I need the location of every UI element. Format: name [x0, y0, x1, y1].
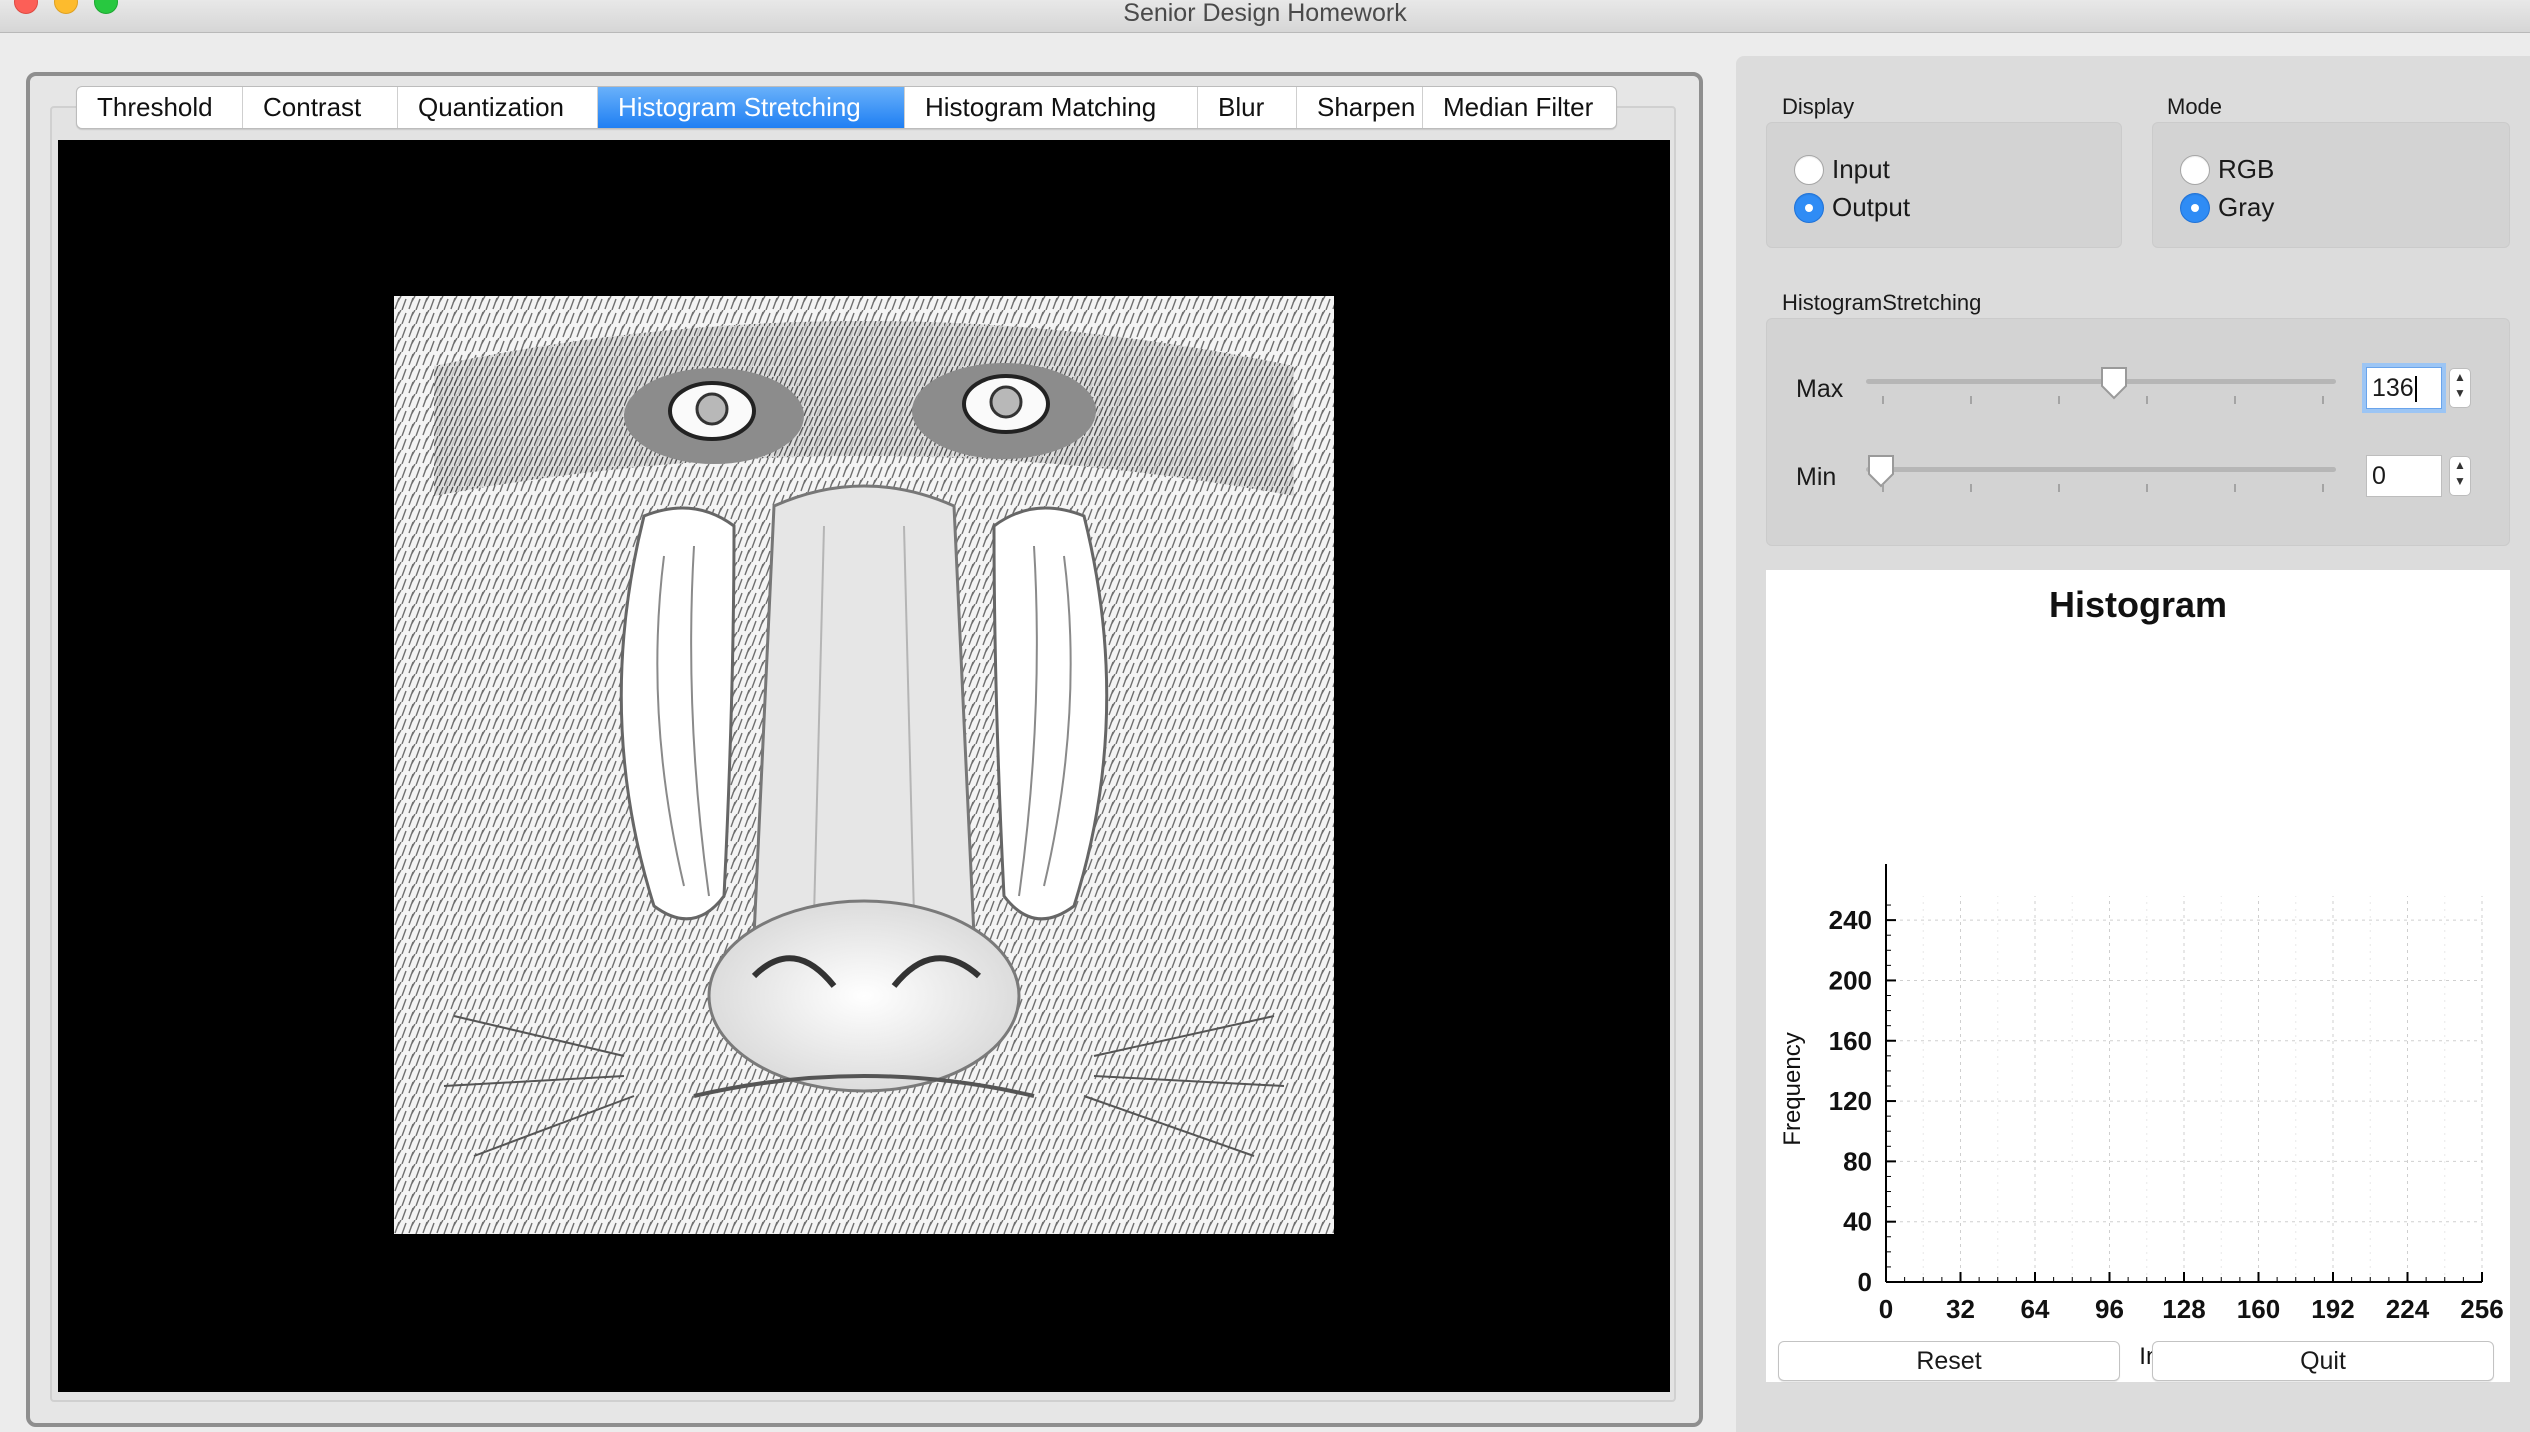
baboon-image-illustration: [394, 296, 1334, 1234]
display-group: [1766, 122, 2122, 248]
radio-circle: [1794, 154, 1824, 185]
mode-rgb-radio[interactable]: RGB: [2180, 154, 2274, 185]
quit-button[interactable]: Quit: [2152, 1341, 2494, 1381]
text-cursor: [2414, 376, 2417, 403]
display-input-radio[interactable]: Input: [1794, 154, 1890, 185]
y-tick-label: 240: [1829, 905, 1872, 935]
slider-tick: [1970, 484, 1972, 492]
min-slider-track[interactable]: [1866, 467, 2336, 472]
display-group-label: Display: [1782, 94, 1855, 119]
slider-tick: [2234, 484, 2236, 492]
histogram-chart-panel: Histogram 0 32 64 96 128 160 192 224 256 0 40 80 120…: [1766, 570, 2510, 1382]
slider-tick: [2322, 484, 2324, 492]
x-tick-label: 160: [2237, 1294, 2280, 1324]
processed-image: [394, 296, 1334, 1234]
slider-thumb-icon: [2101, 367, 2128, 400]
tab-quantization[interactable]: Quantization: [398, 87, 598, 128]
radio-circle-checked: [1794, 192, 1824, 223]
chevron-up-icon[interactable]: ▲: [2454, 370, 2466, 384]
chevron-down-icon[interactable]: ▼: [2454, 386, 2466, 400]
max-slider-handle[interactable]: [2099, 366, 2129, 400]
x-tick-label: 96: [2095, 1294, 2124, 1324]
y-tick-label: 80: [1843, 1146, 1872, 1176]
slider-tick: [1970, 396, 1972, 404]
slider-tick: [2322, 396, 2324, 404]
histogram-stretching-group: [1766, 318, 2510, 546]
radio-label: Gray: [2218, 192, 2275, 222]
slider-tick: [1882, 396, 1884, 404]
tab-blur[interactable]: Blur: [1198, 87, 1297, 128]
x-tick-label: 256: [2460, 1294, 2503, 1324]
slider-tick: [2234, 396, 2236, 404]
y-tick-label: 160: [1829, 1026, 1872, 1056]
histogram-stretching-group-label: HistogramStretching: [1782, 290, 1982, 315]
tab-histogram-stretching[interactable]: Histogram Stretching: [598, 87, 905, 128]
y-tick-label: 0: [1858, 1267, 1872, 1297]
radio-label: RGB: [2218, 154, 2275, 184]
max-value: 136: [2372, 374, 2414, 402]
min-label: Min: [1796, 463, 1837, 491]
mode-group-label: Mode: [2167, 94, 2223, 119]
tab-sharpen[interactable]: Sharpen: [1297, 87, 1423, 128]
max-label: Max: [1796, 375, 1844, 403]
y-tick-label: 120: [1829, 1086, 1872, 1116]
mode-gray-radio[interactable]: Gray: [2180, 192, 2274, 223]
tab-median-filter[interactable]: Median Filter: [1423, 87, 1616, 128]
slider-tick: [2146, 484, 2148, 492]
y-axis-title: Frequency: [1779, 1032, 1806, 1145]
tab-contrast[interactable]: Contrast: [243, 87, 398, 128]
window-title: Senior Design Homework: [1123, 0, 1407, 27]
y-tick-label: 200: [1829, 965, 1872, 995]
slider-tick: [1882, 484, 1884, 492]
tab-bar: Threshold Contrast Quantization Histogra…: [76, 86, 1617, 129]
histogram-chart: 0 32 64 96 128 160 192 224 256 0 40 80 120 160 200 240 F…: [1779, 864, 2504, 1370]
display-output-radio[interactable]: Output: [1794, 192, 1910, 223]
x-tick-label: 192: [2311, 1294, 2354, 1324]
tab-threshold[interactable]: Threshold: [77, 87, 243, 128]
slider-thumb-icon: [1868, 455, 1894, 488]
max-spin-arrows[interactable]: ▲ ▼: [2449, 368, 2471, 408]
min-spin-arrows[interactable]: ▲ ▼: [2449, 456, 2471, 496]
slider-tick: [2146, 396, 2148, 404]
x-tick-label: 224: [2386, 1294, 2430, 1324]
tab-histogram-matching[interactable]: Histogram Matching: [905, 87, 1198, 128]
x-tick-label: 0: [1879, 1294, 1893, 1324]
radio-label: Output: [1832, 192, 1911, 222]
reset-button[interactable]: Reset: [1778, 1341, 2120, 1381]
radio-circle-checked: [2180, 192, 2210, 223]
min-value: 0: [2372, 462, 2386, 490]
slider-tick: [2058, 396, 2060, 404]
image-display-area: [58, 140, 1670, 1392]
max-spinbox[interactable]: 136: [2366, 367, 2442, 409]
window-titlebar: Senior Design Homework: [0, 0, 2530, 33]
chevron-down-icon[interactable]: ▼: [2454, 474, 2466, 488]
radio-label: Input: [1832, 154, 1890, 184]
slider-tick: [2058, 484, 2060, 492]
x-tick-label: 64: [2021, 1294, 2050, 1324]
min-spinbox[interactable]: 0: [2366, 455, 2442, 497]
chevron-up-icon[interactable]: ▲: [2454, 458, 2466, 472]
min-slider-handle[interactable]: [1866, 454, 1896, 488]
x-tick-label: 32: [1946, 1294, 1975, 1324]
mode-group: [2152, 122, 2510, 248]
radio-circle: [2180, 154, 2210, 185]
x-tick-label: 128: [2162, 1294, 2205, 1324]
y-tick-label: 40: [1843, 1207, 1872, 1237]
